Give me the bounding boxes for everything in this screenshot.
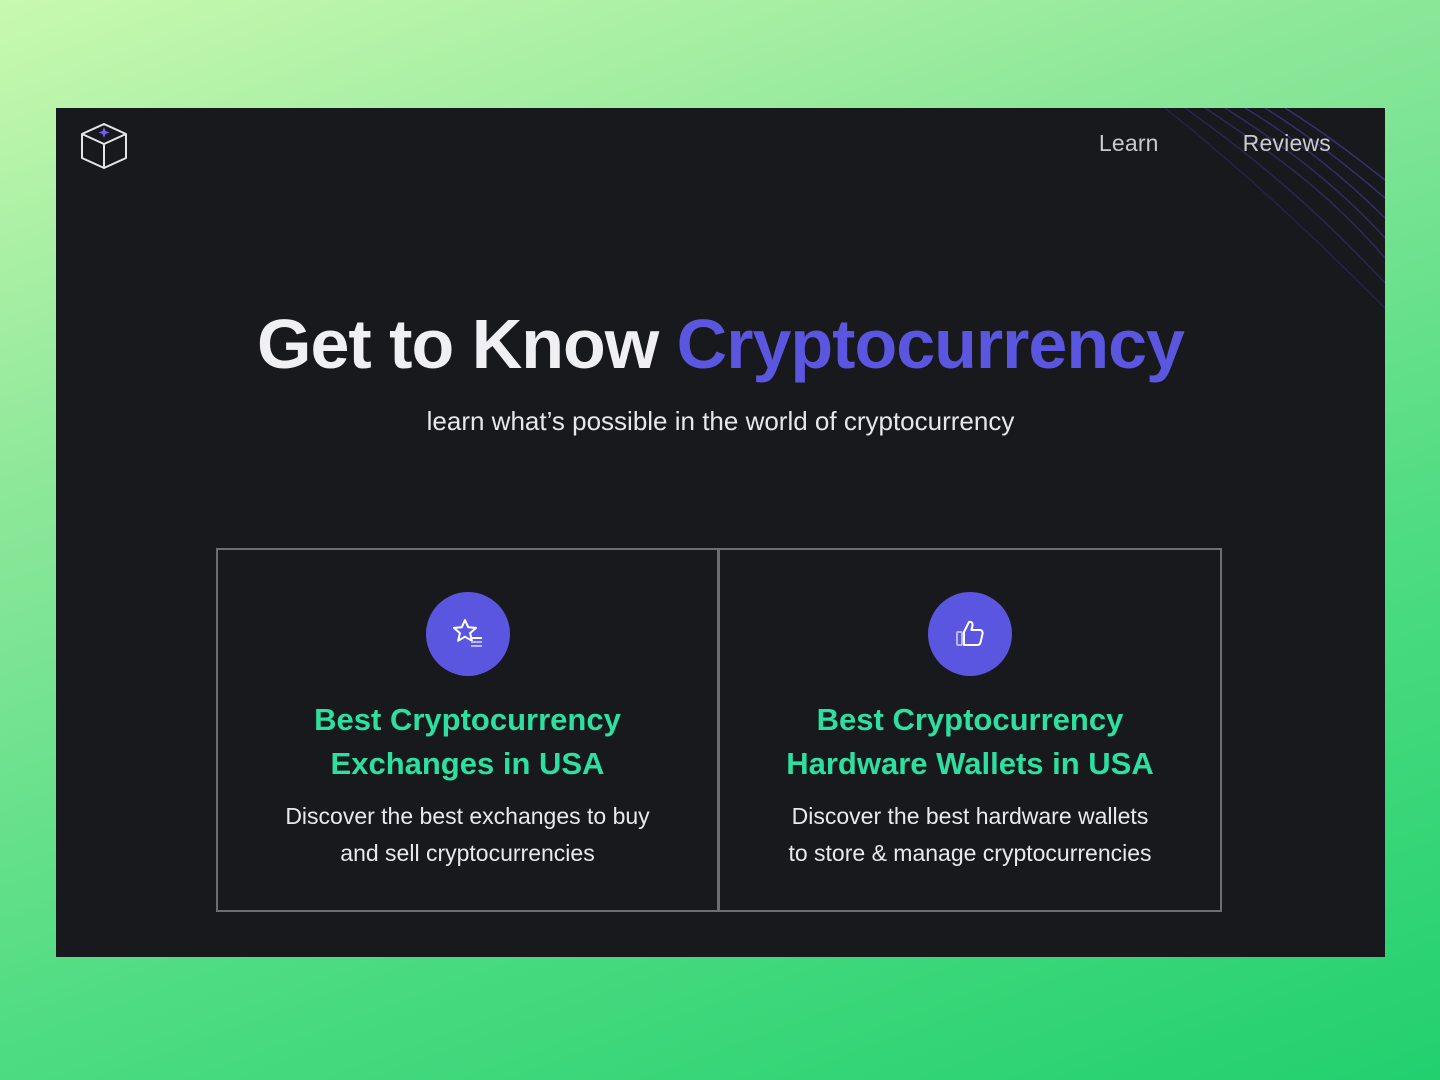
card-description-line: and sell cryptocurrencies bbox=[340, 840, 595, 866]
card-description-line: Discover the best exchanges to buy bbox=[285, 803, 650, 829]
cube-logo-icon[interactable] bbox=[76, 118, 132, 174]
top-nav: Learn Reviews bbox=[1099, 130, 1331, 157]
card-title-line: Exchanges in USA bbox=[330, 746, 605, 781]
card-best-exchanges[interactable]: Best Cryptocurrency Exchanges in USA Dis… bbox=[216, 548, 719, 912]
site-frame: Learn Reviews Get to Know Cryptocurrency… bbox=[56, 108, 1385, 957]
card-title-line: Best Cryptocurrency bbox=[314, 702, 621, 737]
star-list-icon bbox=[425, 592, 510, 676]
card-title-line: Best Cryptocurrency bbox=[816, 702, 1124, 737]
feature-cards: Best Cryptocurrency Exchanges in USA Dis… bbox=[216, 548, 1222, 912]
hero-title: Get to Know Cryptocurrency bbox=[56, 304, 1385, 384]
nav-link-learn[interactable]: Learn bbox=[1099, 130, 1159, 157]
thumbs-up-icon bbox=[928, 592, 1012, 676]
hero-title-main: Get to Know bbox=[257, 305, 677, 383]
card-title: Best Cryptocurrency Exchanges in USA bbox=[258, 698, 677, 786]
hero-subtitle: learn what’s possible in the world of cr… bbox=[426, 406, 1015, 436]
card-description: Discover the best hardware wallets to st… bbox=[760, 798, 1180, 872]
card-best-hardware-wallets[interactable]: Best Cryptocurrency Hardware Wallets in … bbox=[719, 548, 1222, 912]
card-description-line: Discover the best hardware wallets bbox=[791, 803, 1149, 829]
nav-link-reviews[interactable]: Reviews bbox=[1243, 130, 1331, 157]
card-description-line: to store & manage cryptocurrencies bbox=[788, 840, 1152, 866]
card-title: Best Cryptocurrency Hardware Wallets in … bbox=[760, 698, 1180, 786]
card-description: Discover the best exchanges to buy and s… bbox=[258, 798, 677, 872]
hero-title-accent: Cryptocurrency bbox=[676, 305, 1185, 383]
card-title-line: Hardware Wallets in USA bbox=[786, 746, 1154, 781]
